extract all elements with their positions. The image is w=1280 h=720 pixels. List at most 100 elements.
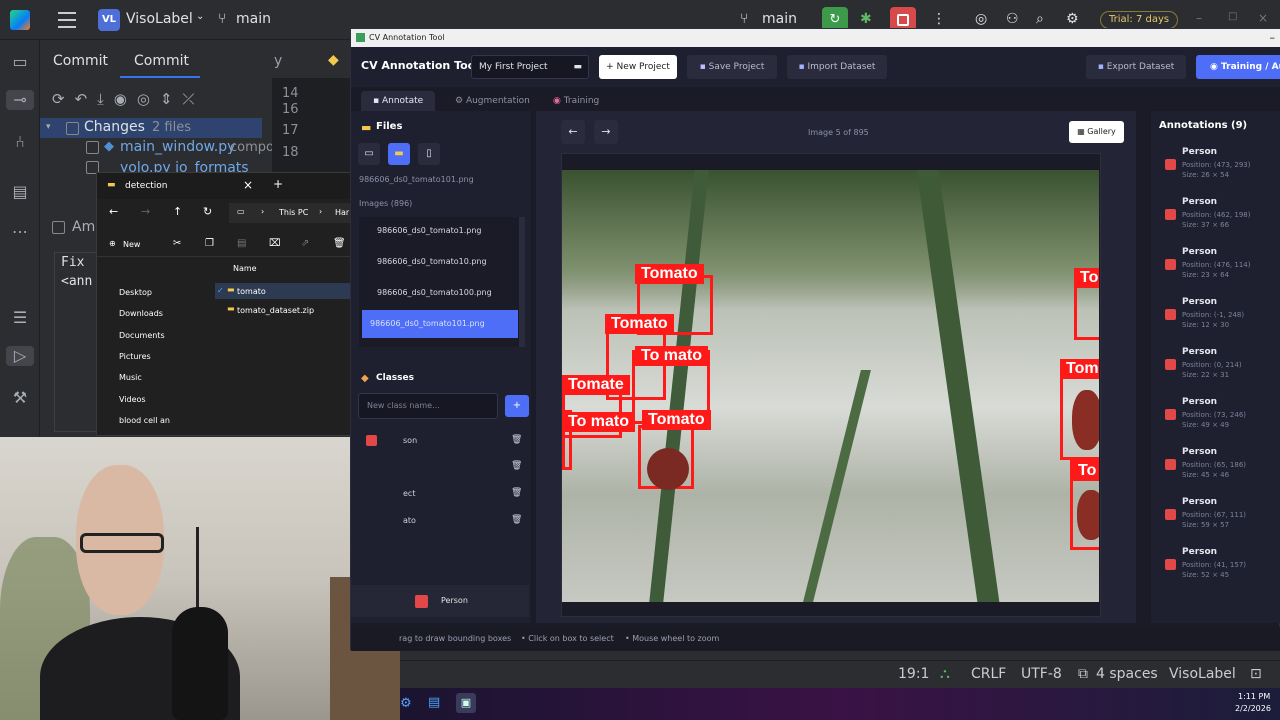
main-menu-icon[interactable]: [58, 12, 76, 28]
trial-badge[interactable]: Trial: 7 days: [1100, 11, 1179, 29]
lock-icon[interactable]: ⊡: [1250, 666, 1262, 682]
refresh-icon[interactable]: ↻: [203, 205, 212, 218]
window-minimize-icon[interactable]: –: [1270, 29, 1276, 47]
rename-icon[interactable]: ⌧: [269, 238, 281, 249]
services-icon[interactable]: ⚒: [10, 388, 30, 408]
new-tab-icon[interactable]: +: [273, 177, 283, 191]
changed-file[interactable]: main_window.py: [120, 139, 235, 155]
training-button[interactable]: ◉ Training / Au: [1196, 55, 1280, 79]
add-user-icon[interactable]: ⚇: [1006, 11, 1019, 27]
open-file-icon[interactable]: ▯: [418, 143, 440, 165]
quick-access-item[interactable]: Videos: [119, 395, 146, 404]
annotation-image[interactable]: Tomato Tomato To mato Tomate To mato Tom…: [562, 170, 1099, 602]
breadcrumb[interactable]: This PC: [279, 208, 308, 217]
commit-tab-1[interactable]: Commit: [53, 53, 108, 69]
add-class-button[interactable]: +: [505, 395, 529, 417]
quick-access-item[interactable]: Downloads: [119, 309, 163, 318]
class-row[interactable]: 🗑: [361, 459, 531, 479]
export-dataset-button[interactable]: ▪ Export Dataset: [1086, 55, 1186, 79]
branch-name[interactable]: main: [236, 11, 271, 27]
annotation-item[interactable]: Person Position: (41, 157) Size: 52 × 45: [1161, 547, 1276, 595]
expand-icon[interactable]: ▾: [46, 122, 51, 132]
image-list-item[interactable]: 986606_ds0_tomato1.png: [369, 217, 517, 245]
settings-app-icon[interactable]: ⚙: [400, 696, 412, 711]
file-encoding[interactable]: UTF-8: [1021, 666, 1062, 682]
class-color-swatch[interactable]: [366, 435, 377, 446]
interpreter[interactable]: VisoLabel: [1169, 666, 1236, 682]
forward-icon[interactable]: →: [141, 205, 150, 218]
import-dataset-button[interactable]: ▪ Import Dataset: [787, 55, 887, 79]
class-row[interactable]: son 🗑: [361, 433, 531, 453]
annotation-item[interactable]: Person Position: (0, 214) Size: 22 × 31: [1161, 347, 1276, 395]
quick-access-item[interactable]: Pictures: [119, 352, 151, 361]
close-icon[interactable]: ×: [1258, 11, 1268, 25]
line-separator[interactable]: CRLF: [971, 666, 1006, 682]
settings-gear-icon[interactable]: ⚙: [1066, 11, 1079, 27]
project-badge[interactable]: VL: [98, 9, 120, 31]
prev-image-button[interactable]: ←: [561, 120, 585, 144]
copy-icon[interactable]: ❐: [205, 238, 214, 249]
column-header-name[interactable]: Name: [233, 264, 257, 273]
save-project-button[interactable]: ▪ Save Project: [687, 55, 777, 79]
delete-class-icon[interactable]: 🗑: [511, 515, 522, 525]
close-tab-icon[interactable]: ×: [243, 178, 253, 192]
project-folder-icon[interactable]: ▭: [10, 52, 30, 72]
checkbox-checked-icon[interactable]: ✓: [217, 286, 224, 295]
commit-tab-2[interactable]: Commit: [134, 53, 189, 69]
notepad-app-icon[interactable]: ▤: [428, 695, 440, 710]
maximize-icon[interactable]: □: [1228, 11, 1237, 22]
tab-training[interactable]: ◉ Training: [541, 91, 611, 111]
list-scrollbar[interactable]: [519, 217, 525, 347]
indent-setting[interactable]: 4 spaces: [1096, 666, 1158, 682]
branch-right[interactable]: main: [762, 11, 797, 27]
up-icon[interactable]: ↑: [173, 205, 182, 218]
project-select[interactable]: My First Project ▬: [471, 55, 589, 79]
delete-class-icon[interactable]: 🗑: [511, 461, 522, 471]
paste-icon[interactable]: ▤: [237, 238, 246, 249]
delete-class-icon[interactable]: 🗑: [511, 435, 522, 445]
tab-annotate[interactable]: ▪ Annotate: [361, 91, 436, 111]
next-image-button[interactable]: →: [594, 120, 618, 144]
breadcrumb[interactable]: Har: [335, 208, 349, 217]
annotation-item[interactable]: Person Position: (476, 114) Size: 23 × 64: [1161, 247, 1276, 295]
image-list-item[interactable]: 986606_ds0_tomato100.png: [369, 279, 517, 307]
new-button[interactable]: New: [123, 240, 140, 249]
tab-augmentation[interactable]: ⚙ Augmentation: [443, 91, 542, 111]
annotation-item[interactable]: Person Position: (65, 186) Size: 45 × 46: [1161, 447, 1276, 495]
file-row[interactable]: ▬ tomato_dataset.zip: [215, 302, 353, 318]
project-name[interactable]: VisoLabel: [126, 11, 193, 27]
annotation-item[interactable]: Person Position: (67, 111) Size: 59 × 57: [1161, 497, 1276, 545]
delete-icon[interactable]: 🗑: [333, 238, 346, 249]
commit-toolbar-icons[interactable]: ⟳↶⤓◉◎⇕⤫: [52, 90, 205, 108]
debug-icon[interactable]: ✱: [860, 11, 872, 27]
image-list-item-selected[interactable]: 986606_ds0_tomato101.png: [362, 310, 518, 338]
gallery-button[interactable]: ▦ Gallery: [1069, 121, 1124, 143]
commit-icon[interactable]: ⊸: [6, 90, 34, 110]
quick-access-item[interactable]: Desktop: [119, 288, 152, 297]
amend-checkbox[interactable]: [52, 221, 65, 234]
active-app-icon[interactable]: ▣: [456, 693, 476, 713]
search-icon[interactable]: ⌕: [1036, 11, 1044, 27]
delete-class-icon[interactable]: 🗑: [511, 488, 522, 498]
file-checkbox[interactable]: [86, 141, 99, 154]
explorer-tab-title[interactable]: detection: [125, 181, 168, 191]
more-icon[interactable]: ⋮: [932, 11, 946, 27]
new-class-input[interactable]: New class name...: [358, 393, 498, 419]
address-bar[interactable]: ▭ › This PC › Har: [229, 203, 353, 223]
selected-class-bar[interactable]: Person: [351, 585, 529, 617]
minimize-icon[interactable]: –: [1196, 11, 1202, 25]
back-icon[interactable]: ←: [109, 205, 118, 218]
more-tools-icon[interactable]: ⋯: [10, 222, 30, 242]
annotation-item[interactable]: Person Position: (73, 246) Size: 49 × 49: [1161, 397, 1276, 445]
annotation-item[interactable]: Person Position: (-1, 248) Size: 12 × 30: [1161, 297, 1276, 345]
quick-access-item[interactable]: Music: [119, 373, 142, 382]
class-row[interactable]: ect 🗑: [361, 486, 531, 506]
quick-access-item[interactable]: Documents: [119, 331, 165, 340]
cut-icon[interactable]: ✂: [173, 238, 181, 249]
todo-icon[interactable]: ☰: [10, 308, 30, 328]
ai-assistant-icon[interactable]: ◎: [975, 11, 987, 27]
file-row-selected[interactable]: ✓ ▬ tomato: [215, 283, 353, 299]
open-image-icon[interactable]: ▭: [358, 143, 380, 165]
changes-checkbox[interactable]: [66, 122, 79, 135]
image-list-item[interactable]: 986606_ds0_tomato10.png: [369, 248, 517, 276]
